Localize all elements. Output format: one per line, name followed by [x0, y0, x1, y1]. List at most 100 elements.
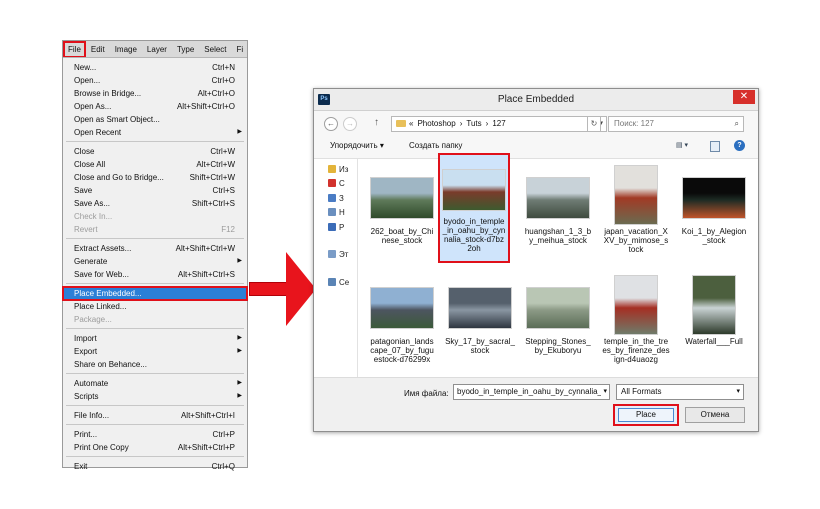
- chevron-down-icon[interactable]: ▾: [601, 385, 607, 399]
- menu-separator: [66, 328, 244, 329]
- breadcrumb-item[interactable]: Photoshop: [417, 119, 455, 128]
- up-arrow-icon[interactable]: ↑: [374, 117, 379, 128]
- menu-item-close-all[interactable]: Close All Alt+Ctrl+W: [63, 158, 247, 171]
- red-arrow-shaft: [249, 282, 287, 296]
- file-tile[interactable]: huangshan_1_3_b y_meihua_stock: [522, 165, 594, 265]
- image-thumbnail: [370, 287, 434, 329]
- menu-item-file-info[interactable]: File Info... Alt+Shift+Ctrl+I: [63, 409, 247, 422]
- menubar-type[interactable]: Type: [172, 41, 199, 57]
- menu-item-shortcut: Ctrl+P: [212, 430, 235, 439]
- menu-item-close[interactable]: Close Ctrl+W: [63, 145, 247, 158]
- file-name: huangshan_1_3_b y_meihua_stock: [524, 227, 592, 245]
- forward-arrow-icon[interactable]: →: [343, 117, 357, 131]
- nav-pane-item[interactable]: Н: [328, 208, 345, 217]
- file-tile[interactable]: patagonian_lands cape_07_by_fugu estock-…: [366, 275, 438, 375]
- menu-item-place-linked[interactable]: Place Linked...: [63, 300, 247, 313]
- menubar-fi[interactable]: Fi: [232, 41, 247, 57]
- view-options-icon[interactable]: ▤ ▾: [676, 141, 696, 152]
- menu-item-label: Check In...: [74, 212, 113, 221]
- file-tile[interactable]: temple_in_the_tre es_by_firenze_des ign-…: [600, 275, 672, 375]
- menubar-select[interactable]: Select: [199, 41, 231, 57]
- menu-item-save-for-web[interactable]: Save for Web... Alt+Shift+Ctrl+S: [63, 268, 247, 281]
- close-button[interactable]: ✕: [733, 90, 755, 104]
- file-tile[interactable]: Sky_17_by_sacral_ stock: [444, 275, 516, 375]
- dialog-titlebar[interactable]: Ps Place Embedded ✕: [314, 89, 758, 111]
- nav-pane-item[interactable]: Эт: [328, 250, 348, 259]
- menu-item-import[interactable]: Import ▶: [63, 332, 247, 345]
- refresh-icon[interactable]: ↻: [587, 116, 601, 132]
- menu-item-revert[interactable]: Revert F12: [63, 223, 247, 236]
- menu-item-new[interactable]: New... Ctrl+N: [63, 61, 247, 74]
- menu-item-export[interactable]: Export ▶: [63, 345, 247, 358]
- file-tile[interactable]: Waterfall___Full: [678, 275, 750, 375]
- menu-item-place-embedded[interactable]: Place Embedded...: [62, 286, 248, 301]
- help-icon[interactable]: ?: [734, 140, 745, 151]
- menu-item-label: Open Recent: [74, 128, 122, 137]
- file-browser: Из С З Н Р Эт Се 262_boat_by_Chi nese_stock byo…: [314, 153, 758, 377]
- file-tile[interactable]: byodo_in_temple _in_oahu_by_cyn nalia_st…: [438, 153, 510, 263]
- menu-item-share-on-behance[interactable]: Share on Behance...: [63, 358, 247, 371]
- menu-item-generate[interactable]: Generate ▶: [63, 255, 247, 268]
- preview-pane-icon[interactable]: [710, 141, 720, 152]
- menu-item-browse-in-bridge[interactable]: Browse in Bridge... Alt+Ctrl+O: [63, 87, 247, 100]
- menu-separator: [66, 283, 244, 284]
- menu-item-label: Close and Go to Bridge...: [74, 173, 164, 182]
- menubar-image[interactable]: Image: [110, 41, 142, 57]
- back-arrow-icon[interactable]: ←: [324, 117, 338, 131]
- address-bar[interactable]: «Photoshop › Tuts › 127 ▾: [391, 116, 607, 132]
- submenu-arrow-icon: ▶: [237, 393, 242, 399]
- file-tile[interactable]: japan_vacation_X XV_by_mimose_s tock: [600, 165, 672, 265]
- nav-pane-item[interactable]: Р: [328, 223, 344, 232]
- menu-item-package[interactable]: Package...: [63, 313, 247, 326]
- file-grid: 262_boat_by_Chi nese_stock byodo_in_templ…: [366, 153, 754, 375]
- menu-item-extract-assets[interactable]: Extract Assets... Alt+Shift+Ctrl+W: [63, 242, 247, 255]
- menu-item-label: Open as Smart Object...: [74, 115, 160, 124]
- menu-item-check-in[interactable]: Check In...: [63, 210, 247, 223]
- place-button[interactable]: Place: [613, 404, 679, 426]
- file-tile[interactable]: 262_boat_by_Chi nese_stock: [366, 165, 438, 265]
- menubar-layer[interactable]: Layer: [142, 41, 172, 57]
- menu-item-exit[interactable]: Exit Ctrl+Q: [63, 460, 247, 473]
- format-select[interactable]: All Formats ▾: [616, 384, 744, 400]
- file-tile[interactable]: Koi_1_by_Alegion _stock: [678, 165, 750, 265]
- new-folder-button[interactable]: Создать папку: [409, 141, 462, 150]
- nav-item-label: Эт: [339, 250, 349, 259]
- nav-pane-item[interactable]: Се: [328, 278, 349, 287]
- menu-item-close-and-go-to-bridge[interactable]: Close and Go to Bridge... Shift+Ctrl+W: [63, 171, 247, 184]
- breadcrumb-item[interactable]: Tuts: [466, 119, 481, 128]
- nav-pane-item[interactable]: С: [328, 179, 345, 188]
- image-thumbnail: [614, 165, 658, 225]
- menubar-edit[interactable]: Edit: [86, 41, 110, 57]
- submenu-arrow-icon: ▶: [237, 129, 242, 135]
- nav-pane-item[interactable]: З: [328, 194, 344, 203]
- nav-pane-item[interactable]: Из: [328, 165, 348, 174]
- menu-item-automate[interactable]: Automate ▶: [63, 377, 247, 390]
- menu-separator: [66, 405, 244, 406]
- folder-icon: [396, 120, 406, 127]
- nav-item-label: С: [339, 179, 345, 188]
- menu-item-save-as[interactable]: Save As... Shift+Ctrl+S: [63, 197, 247, 210]
- menu-item-label: Close: [74, 147, 95, 156]
- menu-item-open-as-smart-object[interactable]: Open as Smart Object...: [63, 113, 247, 126]
- navigation-pane: Из С З Н Р Эт Се: [314, 159, 358, 377]
- menu-item-open-recent[interactable]: Open Recent ▶: [63, 126, 247, 139]
- filename-input[interactable]: byodo_in_temple_in_oahu_by_cynnalia_ ▾: [453, 384, 610, 400]
- menubar-file[interactable]: File: [63, 41, 86, 57]
- menu-item-label: Automate: [74, 379, 109, 388]
- cancel-button[interactable]: Отмена: [685, 407, 745, 423]
- search-icon[interactable]: ⌕: [735, 117, 739, 131]
- menu-item-print-one-copy[interactable]: Print One Copy Alt+Shift+Ctrl+P: [63, 441, 247, 454]
- menu-item-scripts[interactable]: Scripts ▶: [63, 390, 247, 403]
- menu-item-open-as[interactable]: Open As... Alt+Shift+Ctrl+O: [63, 100, 247, 113]
- breadcrumb-item[interactable]: 127: [492, 119, 505, 128]
- file-tile[interactable]: Stepping_Stones_ by_Ekuboryu: [522, 275, 594, 375]
- chevron-down-icon[interactable]: ▾: [736, 385, 740, 399]
- menu-item-open[interactable]: Open... Ctrl+O: [63, 74, 247, 87]
- menu-item-print[interactable]: Print... Ctrl+P: [63, 428, 247, 441]
- submenu-arrow-icon: ▶: [237, 258, 242, 264]
- menu-item-save[interactable]: Save Ctrl+S: [63, 184, 247, 197]
- menu-item-shortcut: Shift+Ctrl+W: [189, 173, 235, 182]
- filename-value: byodo_in_temple_in_oahu_by_cynnalia_: [457, 387, 603, 396]
- organize-button[interactable]: Упорядочить ▾: [330, 141, 384, 150]
- search-input[interactable]: Поиск: 127 ⌕: [608, 116, 744, 132]
